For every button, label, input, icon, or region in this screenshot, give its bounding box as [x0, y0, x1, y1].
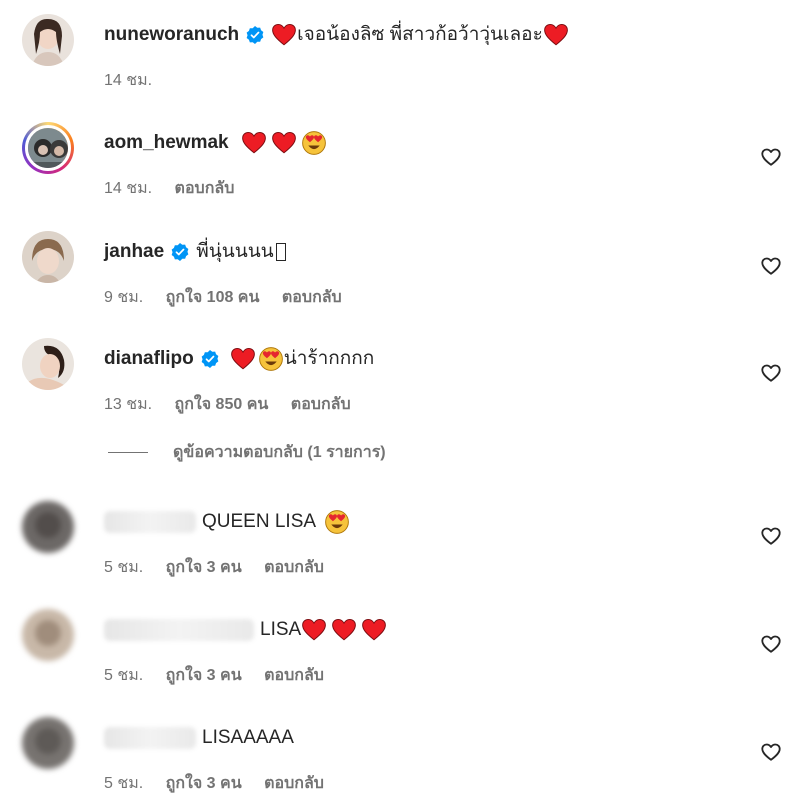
reply-button[interactable]: ตอบกลับ: [175, 180, 235, 197]
red-heart-emoji-icon: [302, 618, 327, 641]
comment-time: 5 ชม.: [104, 775, 144, 792]
comment-time: 14 ชม.: [104, 180, 153, 197]
comment-time: 14 ชม.: [104, 72, 153, 89]
red-heart-emoji-icon: [241, 131, 266, 154]
verified-badge-icon: [246, 26, 264, 44]
avatar[interactable]: [22, 231, 74, 283]
heart-eyes-emoji-icon: [258, 347, 283, 371]
comment-text: LISA: [260, 619, 302, 640]
avatar[interactable]: [22, 717, 74, 769]
heart-outline-icon[interactable]: [760, 255, 782, 277]
comment-text: QUEEN LISA: [202, 511, 317, 532]
red-heart-emoji-icon: [230, 347, 255, 370]
comment-time: 13 ชม.: [104, 396, 153, 413]
likes-count[interactable]: ถูกใจ 108 คน: [166, 289, 260, 306]
heart-outline-icon[interactable]: [760, 362, 782, 384]
verified-badge-icon: [201, 350, 219, 368]
heart-eyes-emoji-icon: [325, 510, 349, 534]
comment-text: เจอน้องลิซ พี่สาวก้อว้าวุ่นเลอะ: [297, 24, 543, 45]
missing-glyph-icon: [275, 243, 286, 261]
reply-button[interactable]: ตอบกลับ: [264, 667, 324, 684]
heart-eyes-emoji-icon: [301, 131, 326, 155]
avatar[interactable]: [22, 501, 74, 553]
comment-username[interactable]: dianaflipo: [104, 346, 194, 372]
comment-time: 9 ชม.: [104, 289, 144, 306]
comment-username[interactable]: janhae: [104, 239, 164, 265]
likes-count[interactable]: ถูกใจ 3 คน: [166, 775, 242, 792]
red-heart-emoji-icon: [543, 23, 568, 46]
avatar[interactable]: [22, 609, 74, 661]
comment-time: 5 ชม.: [104, 559, 144, 576]
likes-count[interactable]: ถูกใจ 3 คน: [166, 667, 242, 684]
reply-button[interactable]: ตอบกลับ: [282, 289, 342, 306]
view-replies-label: ดูข้อความตอบกลับ (1 รายการ): [173, 444, 386, 461]
comment-username-redacted[interactable]: [104, 727, 196, 749]
verified-badge-icon: [171, 243, 189, 261]
red-heart-emoji-icon: [272, 23, 296, 46]
heart-outline-icon[interactable]: [760, 633, 782, 655]
avatar[interactable]: [22, 338, 74, 390]
view-replies-button[interactable]: ดูข้อความตอบกลับ (1 รายการ): [108, 440, 386, 465]
likes-count[interactable]: ถูกใจ 3 คน: [166, 559, 242, 576]
comment-username[interactable]: nuneworanuch: [104, 22, 239, 48]
comment-text: น่าร้ากกกก: [283, 348, 375, 369]
comment-username-redacted[interactable]: [104, 619, 254, 641]
replies-divider: [108, 452, 148, 453]
comments-list: nuneworanuch เจอน้องลิซ พี่สาวก้อว้าวุ่น…: [0, 0, 800, 811]
reply-button[interactable]: ตอบกลับ: [291, 396, 351, 413]
red-heart-emoji-icon: [362, 618, 387, 641]
reply-button[interactable]: ตอบกลับ: [264, 775, 324, 792]
avatar-story-ring[interactable]: [22, 122, 74, 174]
reply-button[interactable]: ตอบกลับ: [264, 559, 324, 576]
comment-username-redacted[interactable]: [104, 511, 196, 533]
red-heart-emoji-icon: [332, 618, 357, 641]
heart-outline-icon[interactable]: [760, 146, 782, 168]
comment-text: พี่นุ่นนนน: [196, 241, 274, 262]
likes-count[interactable]: ถูกใจ 850 คน: [175, 396, 269, 413]
comment-text: LISAAAAA: [202, 727, 294, 748]
heart-outline-icon[interactable]: [760, 525, 782, 547]
comment-username[interactable]: aom_hewmak: [104, 130, 229, 156]
heart-outline-icon[interactable]: [760, 741, 782, 763]
comment-time: 5 ชม.: [104, 667, 144, 684]
avatar[interactable]: [22, 14, 74, 66]
avatar: [28, 128, 68, 168]
red-heart-emoji-icon: [271, 131, 296, 154]
